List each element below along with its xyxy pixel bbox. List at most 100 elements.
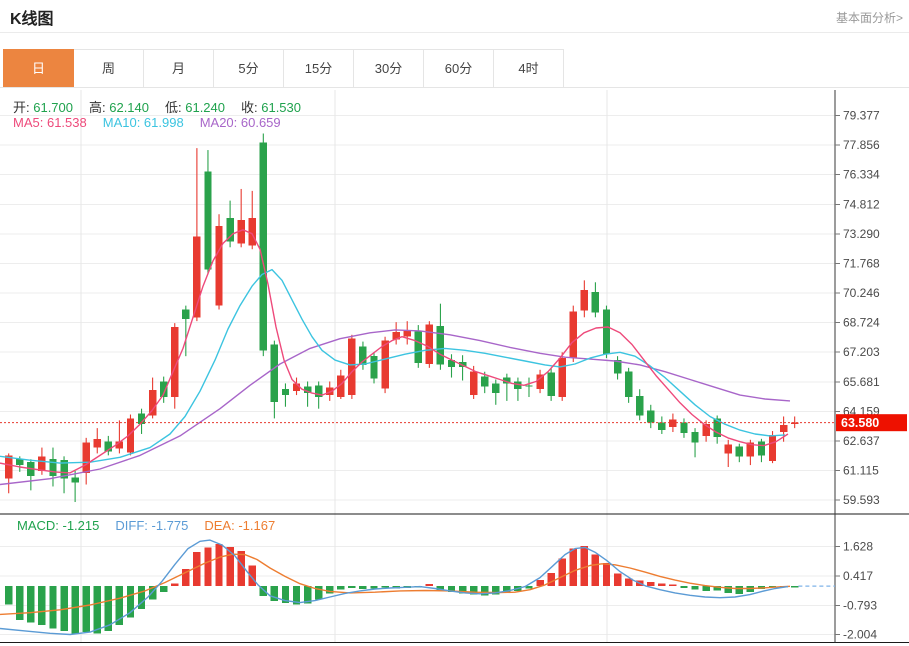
kline-widget: K线图 基本面分析> 日周月5分15分30分60分4时 79.37777.856… xyxy=(0,0,909,646)
widget-header: K线图 基本面分析> xyxy=(0,0,909,33)
y-axis-label: 74.812 xyxy=(843,197,880,211)
macd-bar xyxy=(237,551,244,586)
candle-body xyxy=(570,311,577,358)
candle-body xyxy=(426,324,433,363)
info-pair: DIFF: -1.775 xyxy=(115,518,188,533)
macd-axis-label: 0.417 xyxy=(843,569,873,583)
candle-body xyxy=(359,346,366,364)
macd-bar xyxy=(226,547,233,586)
candle-body xyxy=(226,218,233,241)
tabbar-divider xyxy=(0,87,909,88)
candle-body xyxy=(725,445,732,454)
candle-body xyxy=(559,358,566,397)
info-pair: MA10: 61.998 xyxy=(103,115,184,130)
macd-bar xyxy=(547,573,554,586)
macd-bar xyxy=(160,586,167,592)
ma5-line xyxy=(0,230,788,473)
tab-period-2[interactable]: 月 xyxy=(144,49,214,88)
tab-period-1[interactable]: 周 xyxy=(74,49,144,88)
candle-body xyxy=(547,373,554,396)
tab-period-3[interactable]: 5分 xyxy=(214,49,284,88)
candle-body xyxy=(581,290,588,310)
ma-info: MA5: 61.538MA10: 61.998MA20: 60.659 xyxy=(13,115,297,130)
macd-bar xyxy=(592,555,599,586)
tab-period-6[interactable]: 60分 xyxy=(424,49,494,88)
candle-body xyxy=(492,383,499,393)
y-axis-label: 59.593 xyxy=(843,493,880,507)
macd-bar xyxy=(5,586,12,604)
y-axis-label: 71.768 xyxy=(843,256,880,270)
macd-bar xyxy=(215,544,222,586)
candle-body xyxy=(658,422,665,430)
macd-bar xyxy=(193,552,200,586)
candle-body xyxy=(71,478,78,483)
macd-bar xyxy=(16,586,23,620)
candle-body xyxy=(647,411,654,423)
candle-body xyxy=(282,389,289,395)
info-pair: MA5: 61.538 xyxy=(13,115,87,130)
candle-body xyxy=(691,432,698,443)
macd-bar xyxy=(337,586,344,590)
macd-bar xyxy=(614,574,621,587)
ohlc-info: 开: 61.700高: 62.140低: 61.240收: 61.530 xyxy=(13,97,317,116)
candle-body xyxy=(437,326,444,365)
macd-bar xyxy=(559,558,566,586)
macd-bar xyxy=(94,586,101,633)
candle-body xyxy=(271,345,278,402)
tab-period-0[interactable]: 日 xyxy=(3,49,74,88)
ma20-line xyxy=(0,330,790,485)
y-axis-label: 70.246 xyxy=(843,286,880,300)
macd-bar xyxy=(71,586,78,633)
tab-period-4[interactable]: 15分 xyxy=(284,49,354,88)
macd-bar xyxy=(669,584,676,586)
tab-period-5[interactable]: 30分 xyxy=(354,49,424,88)
tab-period-7[interactable]: 4时 xyxy=(494,49,564,88)
candle-body xyxy=(348,339,355,395)
macd-bar xyxy=(82,586,89,632)
candle-body xyxy=(204,171,211,269)
info-pair: 低: 61.240 xyxy=(165,100,225,115)
info-pair: MACD: -1.215 xyxy=(17,518,99,533)
macd-bar xyxy=(49,586,56,628)
kline-chart-canvas[interactable]: 79.37777.85676.33474.81273.29071.76870.2… xyxy=(0,89,909,646)
candle-body xyxy=(404,331,411,337)
info-pair: 高: 62.140 xyxy=(89,100,149,115)
macd-bar xyxy=(426,584,433,586)
macd-bar xyxy=(736,586,743,594)
y-axis-label: 77.856 xyxy=(843,138,880,152)
macd-axis-label: -0.793 xyxy=(843,598,877,612)
macd-axis-label: -2.004 xyxy=(843,628,877,642)
ma10-line xyxy=(0,270,785,464)
y-axis-label: 76.334 xyxy=(843,168,880,182)
candle-body xyxy=(182,310,189,320)
candle-body xyxy=(758,442,765,456)
candle-body xyxy=(680,422,687,433)
candle-body xyxy=(370,356,377,378)
y-axis-label: 68.724 xyxy=(843,316,880,330)
macd-bar xyxy=(38,586,45,625)
candle-body xyxy=(636,396,643,415)
fundamental-analysis-link[interactable]: 基本面分析> xyxy=(836,9,903,26)
period-tabbar: 日周月5分15分30分60分4时 xyxy=(3,49,564,88)
macd-bar xyxy=(702,586,709,591)
macd-bar xyxy=(348,586,355,588)
info-pair: 开: 61.700 xyxy=(13,100,73,115)
macd-bar xyxy=(791,586,798,588)
macd-bar xyxy=(658,584,665,586)
candle-body xyxy=(38,456,45,471)
macd-bar xyxy=(603,563,610,586)
macd-bar xyxy=(680,586,687,588)
candle-body xyxy=(82,443,89,473)
macd-axis-label: 1.628 xyxy=(843,540,873,554)
page-title: K线图 xyxy=(10,5,54,29)
candle-body xyxy=(249,218,256,245)
y-axis-label: 73.290 xyxy=(843,227,880,241)
candle-body xyxy=(16,459,23,465)
candle-body xyxy=(780,425,787,432)
macd-bar xyxy=(647,582,654,586)
candle-body xyxy=(525,385,532,386)
candle-body xyxy=(592,292,599,312)
candle-body xyxy=(5,455,12,478)
candle-body xyxy=(736,447,743,457)
candle-body xyxy=(415,331,422,363)
